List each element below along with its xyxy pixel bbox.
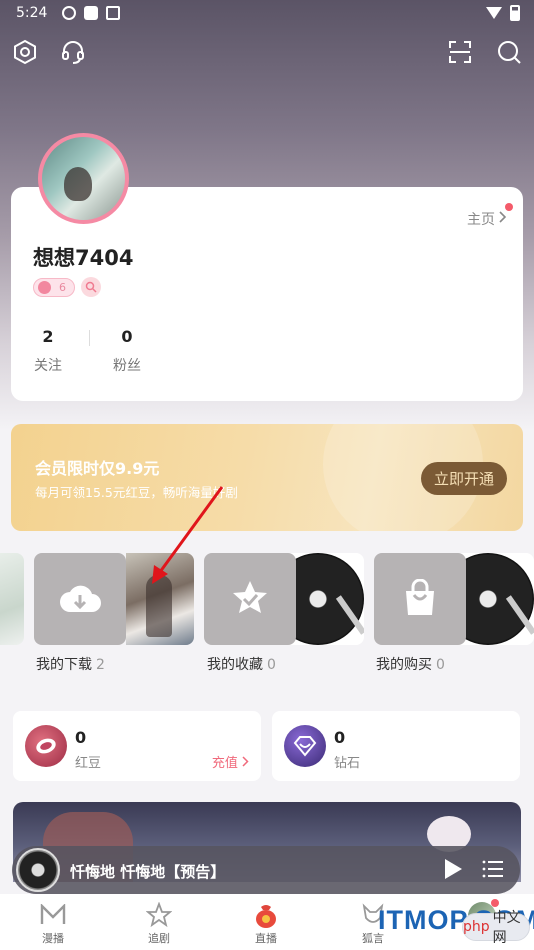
red-bean-label: 红豆 — [75, 756, 102, 771]
diamond-icon — [284, 725, 326, 767]
status-notification-icons — [62, 6, 120, 20]
player-title: 忏悔地 忏悔地【预告】 — [70, 863, 226, 881]
favorites-label: 我的收藏 0 — [207, 654, 276, 674]
purchases-label-text: 我的购买 — [376, 657, 432, 673]
notification-dot — [505, 203, 513, 211]
scan-icon[interactable] — [446, 38, 474, 66]
home-page-link[interactable]: 主页 — [467, 203, 513, 229]
search-icon[interactable] — [495, 38, 523, 66]
fans-stat[interactable]: 0 粉丝 — [110, 327, 144, 375]
red-bean-card[interactable]: 0 红豆 充值 — [13, 711, 261, 781]
diamond-label: 钻石 — [334, 756, 361, 771]
recharge-link[interactable]: 充值 — [212, 752, 249, 771]
watermark-php: php — [463, 919, 490, 935]
downloads-label-text: 我的下载 — [36, 657, 92, 673]
playlist-icon[interactable] — [482, 858, 504, 880]
play-icon[interactable] — [442, 857, 464, 881]
downloads-label: 我的下载 2 — [36, 654, 105, 674]
wifi-icon — [486, 7, 502, 19]
nav-label: 直播 — [255, 932, 277, 945]
m-logo-icon — [39, 902, 67, 928]
downloads-tile[interactable] — [34, 553, 194, 645]
purchases-label: 我的购买 0 — [376, 654, 445, 674]
level-badge[interactable]: 6 — [33, 277, 75, 297]
purchases-tile[interactable] — [374, 553, 534, 645]
mini-player[interactable]: 忏悔地 忏悔地【预告】 — [12, 846, 520, 894]
level-number: 6 — [59, 280, 66, 294]
vip-subtitle: 每月可领15.5元红豆，畅听海量好剧 — [35, 485, 238, 500]
favorites-label-text: 我的收藏 — [207, 657, 263, 673]
purchases-icon-box — [374, 553, 466, 645]
vip-title: 会员限时仅9.9元 — [35, 459, 160, 478]
watermark-cn: 中文网 — [492, 910, 521, 946]
avatar-image — [42, 137, 125, 220]
star-badge-icon — [233, 581, 267, 613]
status-bar: 5:24 — [0, 0, 534, 28]
tile-left-peek — [0, 553, 24, 645]
username: 想想7404 — [33, 246, 134, 270]
chevron-right-icon — [242, 756, 249, 767]
customer-service-icon[interactable] — [59, 38, 87, 66]
star-icon — [145, 902, 173, 928]
nav-item-live[interactable]: 直播 — [236, 902, 296, 946]
level-face-icon — [38, 280, 51, 294]
chevron-right-icon — [499, 211, 507, 227]
following-stat[interactable]: 2 关注 — [33, 327, 63, 375]
fans-label: 粉丝 — [113, 358, 141, 374]
battery-icon — [510, 5, 520, 21]
player-disc-icon[interactable] — [16, 848, 60, 892]
cloud-download-icon — [60, 585, 101, 612]
favorites-icon-box — [204, 553, 296, 645]
nav-label: 漫播 — [42, 932, 64, 945]
download-icon-box — [34, 553, 126, 645]
nav-item-follow[interactable]: 追剧 — [129, 902, 189, 946]
status-system-icons — [486, 5, 520, 21]
red-bean-icon — [25, 725, 67, 767]
lucky-bag-icon — [252, 902, 280, 928]
diamond-card[interactable]: 0 钻石 — [272, 711, 520, 781]
stat-divider — [89, 330, 90, 346]
nav-item-manbo[interactable]: 漫播 — [23, 902, 83, 946]
vip-banner[interactable]: 会员限时仅9.9元 每月可领15.5元红豆，畅听海量好剧 立即开通 — [11, 424, 523, 531]
downloads-count: 2 — [96, 657, 105, 673]
settings-icon[interactable] — [11, 38, 39, 66]
badge-row: 6 — [33, 277, 101, 297]
badge-search-icon[interactable] — [81, 277, 101, 297]
favorites-count: 0 — [267, 657, 276, 673]
watermark-badge: php 中文网 — [462, 910, 530, 946]
recharge-label: 充值 — [211, 756, 238, 771]
following-label: 关注 — [34, 358, 62, 374]
download-cover-image — [126, 553, 194, 645]
status-time: 5:24 — [16, 5, 48, 21]
notification-icon — [62, 6, 76, 20]
red-bean-value: 0 — [75, 728, 87, 747]
diamond-value: 0 — [334, 728, 346, 747]
home-page-label: 主页 — [467, 212, 495, 228]
following-count: 2 — [42, 327, 54, 346]
notification-icon — [106, 6, 120, 20]
purchases-count: 0 — [436, 657, 445, 673]
vip-open-button[interactable]: 立即开通 — [421, 462, 507, 495]
shopping-bag-icon — [406, 579, 434, 615]
favorites-tile[interactable] — [204, 553, 364, 645]
notification-icon — [84, 6, 98, 20]
avatar[interactable] — [38, 133, 129, 224]
fans-count: 0 — [121, 327, 133, 346]
nav-label: 追剧 — [148, 932, 170, 945]
